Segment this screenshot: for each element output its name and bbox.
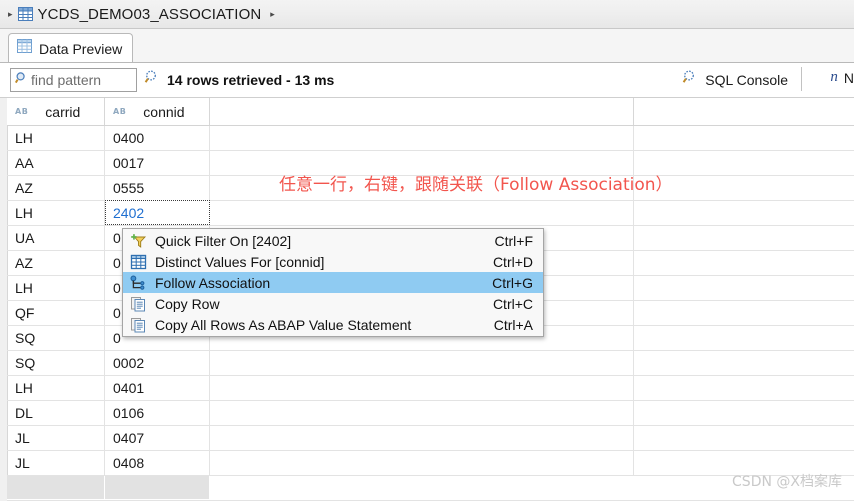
tab-bar: Data Preview bbox=[0, 29, 854, 63]
menu-item-shortcut: Ctrl+C bbox=[492, 295, 533, 312]
table-row[interactable]: SQ 0002 bbox=[7, 351, 854, 376]
sql-console-button[interactable]: SQL Console bbox=[682, 69, 788, 90]
column-header-carrid[interactable]: AB carrid bbox=[7, 98, 105, 125]
grid-header-row: AB carrid AB connid bbox=[7, 98, 854, 126]
table-row[interactable]: DL 0106 bbox=[7, 401, 854, 426]
cell-carrid[interactable]: AZ bbox=[7, 251, 105, 275]
cell-carrid[interactable]: AZ bbox=[7, 176, 105, 200]
column-header-empty[interactable] bbox=[210, 98, 634, 125]
sql-magnifier-icon bbox=[682, 69, 698, 90]
annotation-text: 任意一行，右键，跟随关联（Follow Association） bbox=[279, 175, 673, 195]
cell-carrid[interactable]: LH bbox=[7, 201, 105, 225]
table-grid-icon bbox=[17, 39, 32, 58]
cell-empty[interactable] bbox=[210, 201, 634, 225]
menu-item-quick-filter-on-2402[interactable]: Quick Filter On [2402] Ctrl+F bbox=[123, 230, 543, 251]
breadcrumb-label[interactable]: YCDS_DEMO03_ASSOCIATION bbox=[38, 6, 262, 23]
cell-connid[interactable]: 0017 bbox=[105, 151, 210, 175]
cell-carrid[interactable]: JL bbox=[7, 451, 105, 475]
menu-item-label: Copy All Rows As ABAP Value Statement bbox=[155, 316, 412, 333]
tab-data-preview[interactable]: Data Preview bbox=[8, 33, 134, 63]
table-row[interactable]: LH 0401 bbox=[7, 376, 854, 401]
menu-item-copy-all-rows-as-abap-value-statement[interactable]: Copy All Rows As ABAP Value Statement Ctr… bbox=[123, 314, 543, 335]
menu-item-label: Quick Filter On [2402] bbox=[155, 232, 292, 249]
copy-all-rows-icon bbox=[129, 316, 147, 333]
menu-item-label: Follow Association bbox=[155, 274, 271, 291]
follow-association-icon bbox=[129, 274, 147, 291]
cell-empty[interactable] bbox=[210, 376, 634, 400]
watermark: CSDN @X档案库 bbox=[732, 474, 842, 490]
context-menu[interactable]: Quick Filter On [2402] Ctrl+F Distinct Val… bbox=[122, 228, 544, 337]
cell-carrid[interactable]: UA bbox=[7, 226, 105, 250]
column-header-label: carrid bbox=[45, 103, 81, 120]
tab-label: Data Preview bbox=[39, 40, 123, 57]
cell-carrid[interactable]: LH bbox=[7, 126, 105, 150]
cell-connid-selected[interactable]: 2402 bbox=[105, 200, 210, 225]
application-window: ▸ YCDS_DEMO03_ASSOCIATION ▸ Data Preview… bbox=[0, 0, 854, 501]
cell-connid[interactable]: 0002 bbox=[105, 351, 210, 375]
cell-empty bbox=[210, 476, 634, 500]
status-text: 14 rows retrieved - 13 ms bbox=[167, 71, 335, 88]
breadcrumb: ▸ YCDS_DEMO03_ASSOCIATION ▸ bbox=[0, 0, 854, 29]
cell-carrid[interactable]: DL bbox=[7, 401, 105, 425]
cell-connid[interactable]: 0555 bbox=[105, 176, 210, 200]
number-format-button[interactable]: n N bbox=[830, 69, 854, 86]
table-row[interactable]: LH 0400 bbox=[7, 126, 854, 151]
cell-empty bbox=[105, 476, 210, 500]
breadcrumb-next-arrow-icon[interactable]: ▸ bbox=[270, 9, 275, 19]
cell-connid[interactable]: 0401 bbox=[105, 376, 210, 400]
table-row[interactable]: JL 0408 bbox=[7, 451, 854, 476]
search-input-placeholder: find pattern bbox=[31, 72, 102, 88]
table-row-empty bbox=[7, 476, 854, 501]
cell-carrid[interactable]: SQ bbox=[7, 326, 105, 350]
italic-n-icon: n bbox=[830, 69, 838, 85]
cell-connid[interactable]: 0400 bbox=[105, 126, 210, 150]
sql-magnifier-icon bbox=[144, 69, 160, 90]
cell-empty bbox=[7, 476, 105, 500]
menu-item-label: Copy Row bbox=[155, 295, 220, 312]
data-preview-toolbar: find pattern 14 rows retrieved - 13 ms S… bbox=[0, 63, 854, 98]
breadcrumb-expand-arrow-icon[interactable]: ▸ bbox=[8, 9, 13, 19]
status-rows-retrieved: 14 rows retrieved - 13 ms bbox=[144, 69, 334, 90]
quick-filter-icon bbox=[129, 232, 147, 249]
cell-empty[interactable] bbox=[210, 451, 634, 475]
cell-carrid[interactable]: AA bbox=[7, 151, 105, 175]
cell-empty[interactable] bbox=[210, 351, 634, 375]
cell-connid[interactable]: 0106 bbox=[105, 401, 210, 425]
cell-connid[interactable]: 0407 bbox=[105, 426, 210, 450]
toolbar-divider bbox=[801, 67, 802, 91]
menu-item-shortcut: Ctrl+F bbox=[494, 232, 534, 249]
cell-empty[interactable] bbox=[210, 426, 634, 450]
column-header-connid[interactable]: AB connid bbox=[105, 98, 210, 125]
cell-empty[interactable] bbox=[210, 126, 634, 150]
breadcrumb-table-icon bbox=[17, 7, 33, 21]
menu-item-shortcut: Ctrl+A bbox=[493, 316, 533, 333]
menu-item-copy-row[interactable]: Copy Row Ctrl+C bbox=[123, 293, 543, 314]
menu-item-follow-association[interactable]: Follow Association Ctrl+G bbox=[123, 272, 543, 293]
cell-carrid[interactable]: LH bbox=[7, 276, 105, 300]
cell-carrid[interactable]: JL bbox=[7, 426, 105, 450]
menu-item-shortcut: Ctrl+D bbox=[492, 253, 533, 270]
table-row[interactable]: LH 2402 bbox=[7, 200, 854, 226]
magnifier-icon bbox=[14, 71, 29, 90]
cell-carrid[interactable]: SQ bbox=[7, 351, 105, 375]
search-input[interactable]: find pattern bbox=[10, 68, 137, 92]
number-format-label: N bbox=[843, 69, 854, 86]
cell-carrid[interactable]: LH bbox=[7, 376, 105, 400]
sql-console-label: SQL Console bbox=[705, 71, 788, 88]
menu-item-distinct-values-for-connid[interactable]: Distinct Values For [connid] Ctrl+D bbox=[123, 251, 543, 272]
type-badge-icon: AB bbox=[113, 107, 127, 116]
cell-carrid[interactable]: QF bbox=[7, 301, 105, 325]
table-row[interactable]: JL 0407 bbox=[7, 426, 854, 451]
distinct-values-icon bbox=[129, 253, 147, 270]
cell-connid[interactable]: 0408 bbox=[105, 451, 210, 475]
column-header-label: connid bbox=[143, 103, 185, 120]
cell-empty[interactable] bbox=[210, 401, 634, 425]
type-badge-icon: AB bbox=[15, 107, 29, 116]
menu-item-label: Distinct Values For [connid] bbox=[155, 253, 325, 270]
copy-row-icon bbox=[129, 295, 147, 312]
menu-item-shortcut: Ctrl+G bbox=[492, 274, 533, 291]
